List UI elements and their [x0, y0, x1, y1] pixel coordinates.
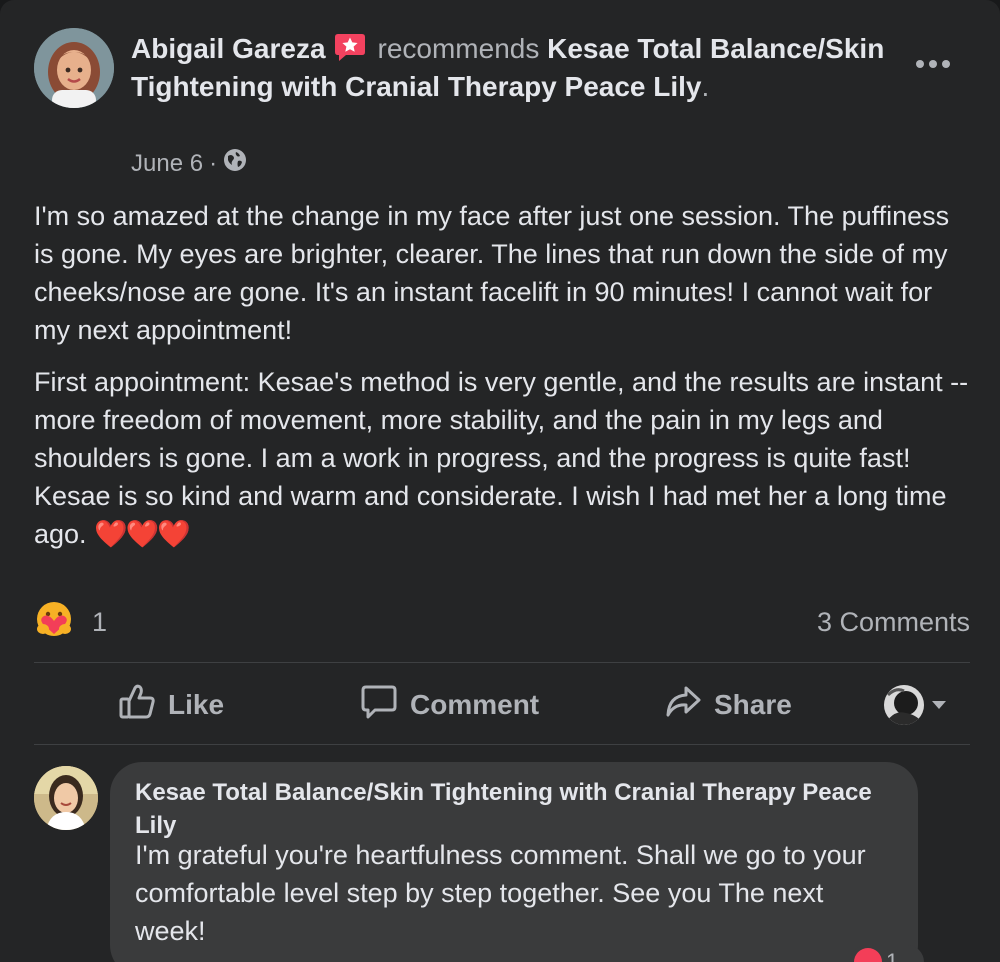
recommend-icon: [334, 32, 366, 62]
header-period: .: [701, 71, 710, 102]
comment-bubble: Kesae Total Balance/Skin Tightening with…: [110, 762, 918, 962]
care-reaction-icon: [34, 599, 74, 646]
heart-emojis: ❤️❤️❤️: [94, 519, 191, 549]
comment-reaction-badge[interactable]: 1: [850, 945, 924, 962]
dot: [916, 60, 924, 68]
post-header: Abigail Gareza recommends Kesae Total Bal…: [131, 30, 891, 106]
share-icon: [664, 683, 702, 728]
comment-text: I'm grateful you're heartfulness comment…: [135, 840, 866, 946]
post-meta: June 6 ·: [131, 148, 247, 179]
dot: [929, 60, 937, 68]
reactions-row: 1 3 Comments: [34, 600, 970, 644]
post-date[interactable]: June 6: [131, 150, 203, 178]
react-as-selector[interactable]: [884, 668, 946, 742]
share-label: Share: [714, 689, 792, 720]
reaction-count: 1: [92, 606, 108, 637]
comment-label: Comment: [410, 689, 540, 720]
like-button[interactable]: Like: [118, 668, 224, 742]
dot: [942, 60, 950, 68]
post-paragraph-1: I'm so amazed at the change in my face a…: [34, 201, 950, 345]
current-user-avatar: [884, 685, 924, 725]
author-name[interactable]: Abigail Gareza: [131, 33, 326, 64]
divider: [34, 662, 970, 663]
author-avatar[interactable]: [34, 28, 114, 108]
post-card: Abigail Gareza recommends Kesae Total Bal…: [0, 0, 1000, 962]
chevron-down-icon: [932, 701, 946, 709]
comments-count-link[interactable]: 3 Comments: [817, 607, 970, 638]
comment-author-link[interactable]: Kesae Total Balance/Skin Tightening with…: [135, 776, 895, 842]
recommends-text: recommends: [377, 33, 540, 64]
reactions-summary[interactable]: 1: [34, 599, 107, 646]
comment-button[interactable]: Comment: [360, 668, 539, 742]
thumbs-up-icon: [118, 683, 156, 728]
meta-separator: ·: [209, 149, 218, 177]
post-paragraph-2: First appointment: Kesae's method is ver…: [34, 363, 974, 553]
commenter-avatar[interactable]: [34, 766, 98, 830]
more-options-button[interactable]: [910, 48, 956, 80]
action-bar: Like Comment Share: [34, 668, 970, 742]
love-reaction-icon: [854, 948, 882, 962]
comment-reaction-count: 1: [886, 949, 899, 962]
share-button[interactable]: Share: [664, 668, 792, 742]
post-body: I'm so amazed at the change in my face a…: [34, 197, 974, 567]
divider: [34, 744, 970, 745]
globe-icon: [223, 148, 247, 179]
comment-icon: [360, 683, 398, 728]
like-label: Like: [168, 689, 225, 720]
